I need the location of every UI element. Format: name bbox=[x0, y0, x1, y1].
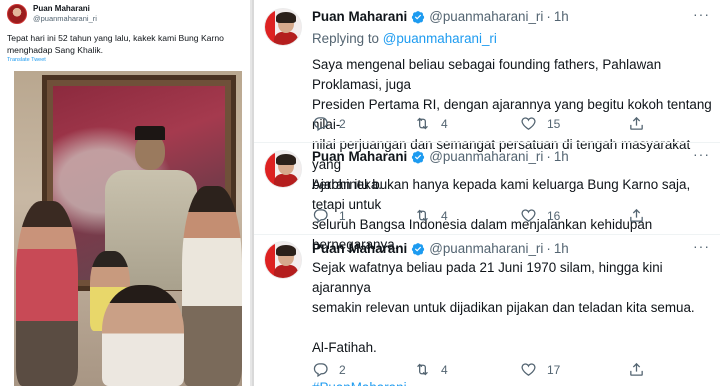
photo-woman bbox=[102, 285, 184, 386]
retweet-button[interactable]: 4 bbox=[414, 207, 448, 224]
tweet-timestamp[interactable]: 1h bbox=[554, 149, 569, 164]
tweet-text: Tepat hari ini 52 tahun yang lalu, kakek… bbox=[7, 33, 224, 55]
share-button[interactable] bbox=[628, 361, 645, 378]
original-tweet-header: Puan Maharani @puanmaharani_ri bbox=[7, 4, 97, 24]
tweet-divider bbox=[254, 142, 720, 143]
tweet-text-line: semakin relevan untuk dijadikan pijakan … bbox=[312, 300, 695, 315]
tweet-photo[interactable] bbox=[14, 71, 242, 386]
share-button[interactable] bbox=[628, 115, 645, 132]
like-count: 17 bbox=[547, 362, 561, 377]
author-handle[interactable]: @puanmaharani_ri bbox=[429, 241, 543, 256]
retweet-button[interactable]: 4 bbox=[414, 361, 448, 378]
tweet-actions: 1 4 16 bbox=[312, 207, 712, 225]
like-button[interactable]: 15 bbox=[520, 115, 560, 132]
photo-child-right bbox=[182, 186, 242, 386]
avatar[interactable] bbox=[7, 4, 27, 24]
avatar[interactable] bbox=[264, 150, 302, 188]
replying-to: Replying to @puanmaharani_ri bbox=[312, 31, 497, 46]
retweet-icon bbox=[414, 207, 431, 224]
verified-icon bbox=[411, 242, 425, 256]
reply-button[interactable]: 2 bbox=[312, 115, 346, 132]
reply-button[interactable]: 1 bbox=[312, 207, 346, 224]
replying-to-label: Replying to bbox=[312, 31, 379, 46]
photo-child-left bbox=[16, 201, 78, 386]
share-icon bbox=[628, 207, 645, 224]
like-icon bbox=[520, 361, 537, 378]
share-button[interactable] bbox=[628, 207, 645, 224]
painting-peci bbox=[135, 126, 165, 140]
avatar-hair bbox=[276, 154, 296, 165]
tweet-header: Puan Maharani @puanmaharani_ri · 1h bbox=[312, 9, 569, 24]
reply-button[interactable]: 2 bbox=[312, 361, 346, 378]
author-handle[interactable]: @puanmaharani_ri bbox=[429, 149, 543, 164]
author-handle[interactable]: @puanmaharani_ri bbox=[33, 14, 97, 24]
author-name[interactable]: Puan Maharani bbox=[312, 9, 407, 24]
original-tweet-author: Puan Maharani @puanmaharani_ri bbox=[33, 4, 97, 24]
like-count: 16 bbox=[547, 208, 561, 223]
tweet-divider bbox=[254, 234, 720, 235]
avatar-hair bbox=[276, 245, 296, 256]
more-icon[interactable]: ··· bbox=[693, 238, 710, 254]
more-icon[interactable]: ··· bbox=[693, 6, 710, 22]
author-name[interactable]: Puan Maharani bbox=[312, 241, 407, 256]
like-button[interactable]: 17 bbox=[520, 361, 560, 378]
retweet-icon bbox=[414, 361, 431, 378]
reply-icon bbox=[312, 207, 329, 224]
tweet-thread: Puan Maharani @puanmaharani_ri · 1h ··· … bbox=[254, 0, 720, 386]
tweet-timestamp[interactable]: 1h bbox=[554, 241, 569, 256]
retweet-count: 4 bbox=[441, 116, 448, 131]
like-button[interactable]: 16 bbox=[520, 207, 560, 224]
separator-dot: · bbox=[546, 241, 551, 256]
reply-count: 2 bbox=[339, 362, 346, 377]
avatar-shirt bbox=[274, 265, 298, 278]
like-icon bbox=[520, 207, 537, 224]
tweet-header: Puan Maharani @puanmaharani_ri · 1h bbox=[312, 149, 569, 164]
reply-icon bbox=[312, 361, 329, 378]
retweet-icon bbox=[414, 115, 431, 132]
verified-icon bbox=[411, 10, 425, 24]
reply-icon bbox=[312, 115, 329, 132]
translate-tweet-link[interactable]: Translate Tweet bbox=[7, 57, 46, 63]
original-tweet-card[interactable]: Puan Maharani @puanmaharani_ri Tepat har… bbox=[0, 0, 252, 386]
tweet-text-line: Sejak wafatnya beliau pada 21 Juni 1970 … bbox=[312, 260, 663, 295]
more-icon[interactable]: ··· bbox=[693, 146, 710, 162]
tweet-text-line bbox=[312, 318, 712, 338]
verified-icon bbox=[411, 150, 425, 164]
author-name[interactable]: Puan Maharani bbox=[33, 4, 97, 14]
tweet-header: Puan Maharani @puanmaharani_ri · 1h bbox=[312, 241, 569, 256]
tweet-actions: 2 4 17 bbox=[312, 361, 712, 379]
replying-to-handle-link[interactable]: @puanmaharani_ri bbox=[383, 31, 497, 46]
avatar-shirt bbox=[274, 32, 298, 45]
separator-dot: · bbox=[546, 149, 551, 164]
author-handle[interactable]: @puanmaharani_ri bbox=[429, 9, 543, 24]
avatar[interactable] bbox=[264, 241, 302, 279]
tweet-text-line: Al-Fatihah. bbox=[312, 340, 377, 355]
retweet-count: 4 bbox=[441, 208, 448, 223]
like-count: 15 bbox=[547, 116, 561, 131]
author-name[interactable]: Puan Maharani bbox=[312, 149, 407, 164]
tweet-text-line: Saya mengenal beliau sebagai founding fa… bbox=[312, 57, 662, 92]
avatar-shirt bbox=[274, 174, 298, 187]
separator-dot: · bbox=[546, 9, 551, 24]
retweet-button[interactable]: 4 bbox=[414, 115, 448, 132]
retweet-count: 4 bbox=[441, 362, 448, 377]
avatar[interactable] bbox=[264, 8, 302, 46]
tweet-actions: 2 4 15 bbox=[312, 115, 712, 133]
share-icon bbox=[628, 361, 645, 378]
reply-count: 2 bbox=[339, 116, 346, 131]
avatar-hair bbox=[276, 12, 296, 23]
like-icon bbox=[520, 115, 537, 132]
tweet-timestamp[interactable]: 1h bbox=[554, 9, 569, 24]
hashtag-link[interactable]: #PuanMaharani bbox=[312, 378, 712, 386]
share-icon bbox=[628, 115, 645, 132]
reply-count: 1 bbox=[339, 208, 346, 223]
